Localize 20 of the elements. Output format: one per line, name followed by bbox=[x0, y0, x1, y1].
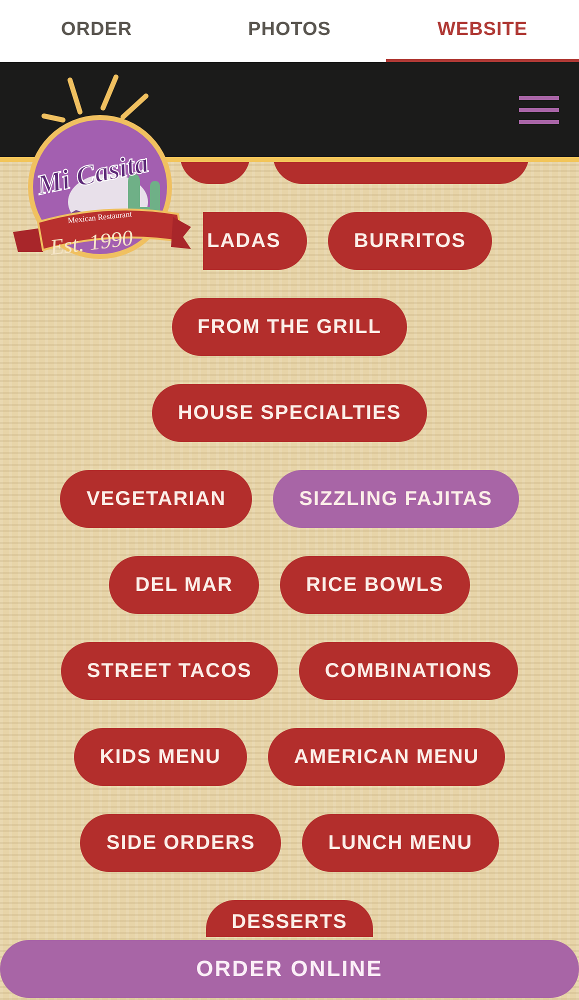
menu-button[interactable]: DESSERTS bbox=[206, 900, 374, 937]
menu-button[interactable]: KIDS MENU bbox=[74, 728, 247, 786]
menu-button[interactable]: AMERICAN MENU bbox=[268, 728, 506, 786]
menu-button[interactable]: LUNCH MENU bbox=[302, 814, 499, 872]
menu-button[interactable]: VEGETARIAN bbox=[60, 470, 252, 528]
menu-icon[interactable] bbox=[519, 94, 559, 126]
menu-button[interactable]: SIDE ORDERS bbox=[80, 814, 282, 872]
logo-established: Est. 1990 bbox=[48, 224, 134, 260]
menu-button[interactable]: HOUSE SPECIALTIES bbox=[152, 384, 428, 442]
menu-button[interactable]: BURRITOS bbox=[328, 212, 492, 270]
menu-button[interactable]: DEL MAR bbox=[109, 556, 259, 614]
order-online-button[interactable]: ORDER ONLINE bbox=[0, 940, 579, 998]
logo-title: Mi Casita bbox=[34, 148, 152, 202]
logo-subtitle: Mexican Restaurant bbox=[67, 209, 132, 226]
menu-button[interactable]: RICE BOWLS bbox=[280, 556, 470, 614]
menu-button[interactable]: SIZZLING FAJITAS bbox=[273, 470, 519, 528]
menu-button[interactable]: FROM THE GRILL bbox=[172, 298, 408, 356]
menu-button[interactable]: LADAS bbox=[203, 212, 307, 270]
menu-button[interactable]: STREET TACOS bbox=[60, 642, 278, 700]
menu-button[interactable]: COMBINATIONS bbox=[298, 642, 518, 700]
